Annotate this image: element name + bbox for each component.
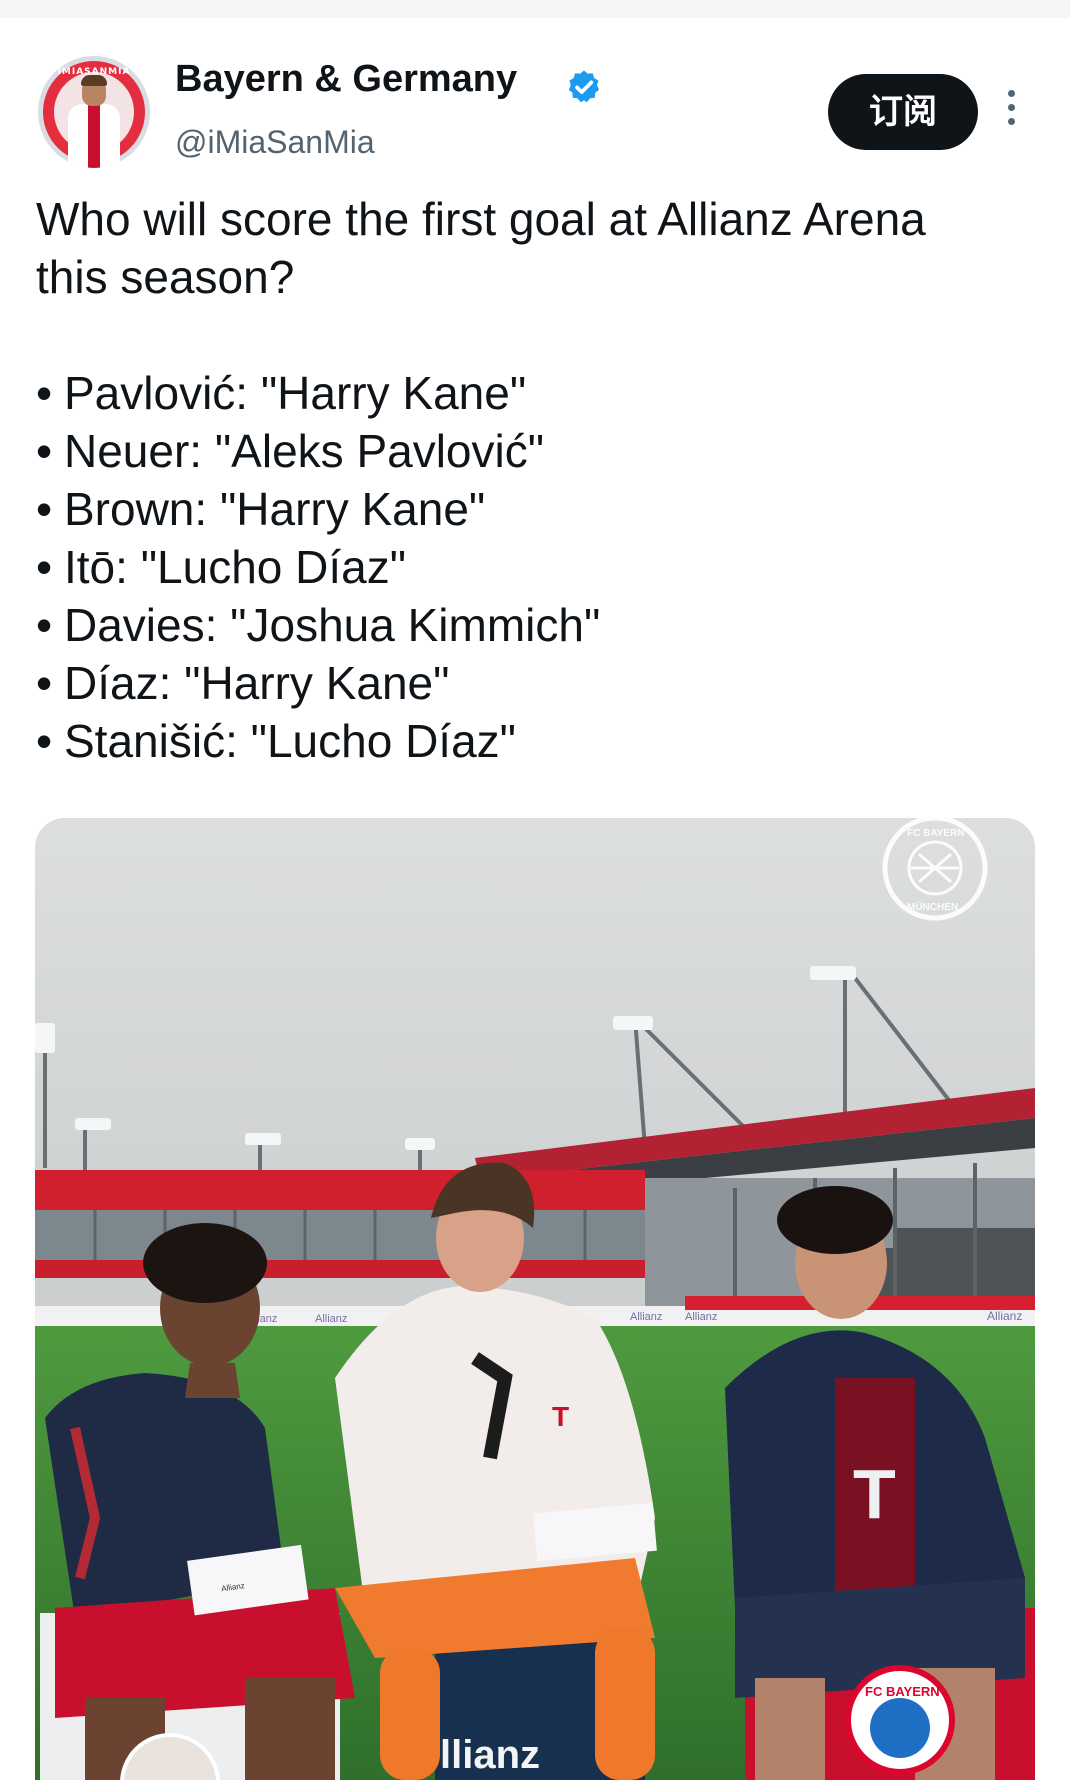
seat-crest-text: FC BAYERN — [865, 1684, 940, 1699]
question-line-1: Who will score the first goal at Allianz… — [36, 193, 926, 245]
prediction-item: • Davies: "Joshua Kimmich" — [36, 599, 601, 651]
jersey-logo-middle: T — [552, 1401, 569, 1432]
prediction-item: • Díaz: "Harry Kane" — [36, 657, 450, 709]
jersey-logo-right: T — [853, 1455, 896, 1533]
photo-scene: Allianz Allianz Allianz Allianz Allianz … — [35, 818, 1035, 1780]
avatar[interactable]: IMIASANMIA — [38, 56, 150, 168]
board-label-3: Allianz — [630, 1311, 662, 1323]
tweet-header: IMIASANMIA Bayern & Germany @iMiaSanMia … — [0, 0, 1070, 180]
subscribe-button[interactable]: 订阅 — [828, 74, 978, 150]
prediction-item: • Pavlović: "Harry Kane" — [36, 367, 527, 419]
building-windows — [35, 1210, 645, 1260]
display-name[interactable]: Bayern & Germany — [175, 58, 517, 101]
prediction-item: • Brown: "Harry Kane" — [36, 483, 486, 535]
more-vertical-icon[interactable] — [1000, 90, 1022, 134]
board-label-5: Allianz — [987, 1309, 1022, 1323]
avatar-shirt-stripe — [88, 104, 100, 168]
prediction-item: • Itō: "Lucho Díaz" — [36, 541, 407, 593]
avatar-player-hair — [81, 75, 107, 86]
board-label-2: Allianz — [315, 1313, 347, 1325]
tweet-text: Who will score the first goal at Allianz… — [36, 190, 1036, 770]
handle[interactable]: @iMiaSanMia — [175, 124, 375, 161]
watermark-bottom-text: MÜNCHEN — [907, 900, 958, 913]
building-red-band — [35, 1170, 645, 1210]
predictions-list: • Pavlović: "Harry Kane" • Neuer: "Aleks P… — [36, 364, 1036, 770]
verified-badge-icon — [568, 70, 600, 103]
building-lower-band — [35, 1260, 645, 1278]
board-label-4: Allianz — [685, 1311, 717, 1323]
tweet-media-photo[interactable]: Allianz Allianz Allianz Allianz Allianz … — [35, 818, 1035, 1780]
seat-label: llianz — [440, 1733, 540, 1777]
prediction-item: • Neuer: "Aleks Pavlović" — [36, 425, 545, 477]
prediction-item: • Stanišić: "Lucho Díaz" — [36, 715, 516, 767]
question-line-2: this season? — [36, 251, 295, 303]
watermark-top-text: FC BAYERN — [907, 828, 964, 839]
